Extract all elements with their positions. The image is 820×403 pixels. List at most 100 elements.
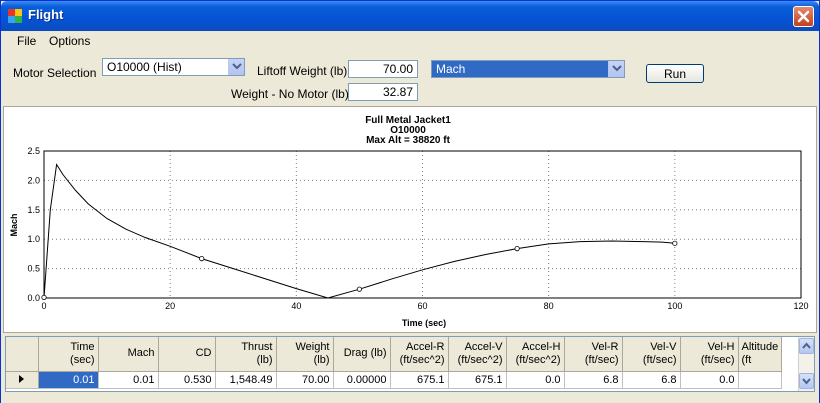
menu-file[interactable]: File	[17, 34, 36, 48]
x-tick-label: 100	[667, 301, 682, 311]
column-header[interactable]: Vel-H (ft/sec)	[680, 337, 739, 372]
chart-title-line3: Max Alt = 38820 ft	[366, 135, 451, 146]
table-cell[interactable]: 0.0	[680, 371, 739, 389]
plot-markers	[41, 240, 678, 301]
flight-window: Flight File Options Motor Selection O100…	[0, 0, 820, 403]
column-header-label: Altitude	[741, 340, 779, 353]
scroll-up-button[interactable]	[799, 338, 814, 354]
column-header[interactable]: Accel-R (ft/sec^2)	[390, 337, 449, 372]
x-tick-label: 80	[544, 301, 554, 311]
column-header-label: Mach	[127, 347, 155, 360]
vertical-scrollbar[interactable]	[798, 337, 814, 391]
column-header-label: Drag (lb)	[343, 347, 387, 360]
column-header-unit: (lb)	[256, 353, 273, 366]
column-header[interactable]: Thrust (lb)	[215, 337, 277, 372]
column-header-label: Vel-H	[707, 340, 735, 353]
close-button[interactable]	[793, 6, 814, 27]
column-header-label: Weight	[295, 340, 330, 353]
x-tick-label: 120	[793, 301, 808, 311]
y-tick-label: 2.5	[27, 146, 40, 156]
menu-options[interactable]: Options	[49, 34, 90, 48]
column-header-label: Accel-V	[464, 340, 503, 353]
plot-variable-dropdown[interactable]: Mach	[431, 60, 625, 78]
table-cell[interactable]: 675.1	[448, 371, 507, 389]
column-header[interactable]: CD	[158, 337, 216, 372]
x-tick-label: 20	[165, 301, 175, 311]
column-header-unit: (ft/sec)	[642, 353, 677, 366]
x-tick-label: 60	[417, 301, 427, 311]
column-header[interactable]: Accel-V (ft/sec^2)	[448, 337, 507, 372]
chart-panel: Full Metal Jacket1 O10000 Max Alt = 3882…	[3, 106, 817, 333]
column-header[interactable]: Weight (lb)	[276, 337, 334, 372]
column-header[interactable]: Mach	[98, 337, 159, 372]
column-header[interactable]: Drag (lb)	[333, 337, 391, 372]
table-cell[interactable]: 0.01	[98, 371, 159, 389]
column-header[interactable]: Time (sec)	[38, 337, 99, 372]
dropdown-button[interactable]	[228, 59, 244, 75]
column-header[interactable]: Vel-R (ft/sec)	[564, 337, 623, 372]
column-header-label: Time	[70, 340, 95, 353]
column-header-label: CD	[195, 347, 212, 360]
table-cell[interactable]: 0.0	[506, 371, 565, 389]
y-tick-label: 2.0	[27, 175, 40, 185]
chevron-down-icon	[232, 63, 242, 70]
column-header-unit: (ft/sec)	[700, 353, 735, 366]
chevron-up-icon	[802, 342, 811, 349]
data-grid[interactable]: Time (sec) Mach CD Thrust (lb) Weight (lb) Drag …	[6, 337, 783, 389]
table-row[interactable]: 0.01 0.01 0.530 1,548.49 70.00 0.00000 675.1 67…	[6, 371, 783, 389]
data-point-marker	[356, 286, 363, 292]
liftoff-weight-field[interactable]: 70.00	[348, 60, 418, 78]
table-cell[interactable]: 6.8	[564, 371, 623, 389]
status-bar	[1, 393, 819, 403]
x-tick-label: 0	[41, 301, 46, 311]
column-header[interactable]: Altitude (ft	[738, 337, 783, 372]
window-title: Flight	[28, 7, 64, 22]
data-grid-panel[interactable]: Time (sec) Mach CD Thrust (lb) Weight (lb) Drag …	[5, 336, 815, 392]
x-axis-label: Time (sec)	[402, 318, 446, 328]
mach-series-line	[43, 163, 675, 299]
plot-grid	[44, 151, 801, 298]
mach-chart: Full Metal Jacket1 O10000 Max Alt = 3882…	[9, 115, 809, 328]
table-cell[interactable]	[738, 371, 783, 389]
column-header[interactable]: Vel-V (ft/sec)	[622, 337, 681, 372]
y-axis-label: Mach	[9, 213, 19, 236]
table-cell[interactable]: 6.8	[622, 371, 681, 389]
chevron-down-icon	[802, 378, 811, 385]
y-tick-label: 0.0	[27, 293, 40, 303]
y-tick-label: 0.5	[27, 264, 40, 274]
motor-selection-label: Motor Selection	[13, 66, 97, 80]
column-header-label: Vel-R	[591, 340, 619, 353]
column-header-label: Thrust	[241, 340, 273, 353]
y-tick-label: 1.0	[27, 234, 40, 244]
menu-bar: File Options	[1, 31, 819, 51]
table-cell[interactable]: 0.00000	[333, 371, 391, 389]
column-header-label: Accel-H	[521, 340, 561, 353]
column-header[interactable]: Accel-H (ft/sec^2)	[506, 337, 565, 372]
weight-no-motor-field[interactable]: 32.87	[348, 83, 418, 101]
column-header-label: Vel-V	[650, 340, 677, 353]
column-header-unit: (lb)	[313, 353, 330, 366]
plot-variable-value: Mach	[436, 62, 466, 76]
data-point-marker	[41, 294, 47, 301]
column-header-unit: (ft/sec)	[584, 353, 619, 366]
column-header-unit: (ft/sec^2)	[457, 353, 503, 366]
table-cell[interactable]: 70.00	[276, 371, 334, 389]
table-cell[interactable]: 1,548.49	[215, 371, 277, 389]
scroll-down-button[interactable]	[799, 373, 814, 389]
controls-panel: Motor Selection O10000 (Hist) Liftoff We…	[1, 51, 819, 105]
table-cell[interactable]: 675.1	[390, 371, 449, 389]
run-button[interactable]: Run	[646, 64, 704, 83]
plot-ticks: 0 20 40 60 80 100 120 0.0 0.5 1.0 1.5 2.0 2.5	[27, 146, 808, 311]
title-bar[interactable]: Flight	[1, 1, 819, 31]
data-point-marker	[672, 240, 678, 246]
dropdown-button[interactable]	[608, 61, 624, 77]
close-icon	[797, 10, 810, 23]
motor-selection-dropdown[interactable]: O10000 (Hist)	[102, 58, 245, 76]
column-header-unit: (ft/sec^2)	[399, 353, 445, 366]
table-cell[interactable]: 0.530	[158, 371, 216, 389]
table-cell[interactable]: 0.01	[38, 371, 99, 389]
chevron-down-icon	[612, 65, 622, 72]
row-header[interactable]	[6, 371, 39, 389]
column-header-label: Accel-R	[405, 340, 445, 353]
motor-selection-value: O10000 (Hist)	[107, 60, 182, 74]
